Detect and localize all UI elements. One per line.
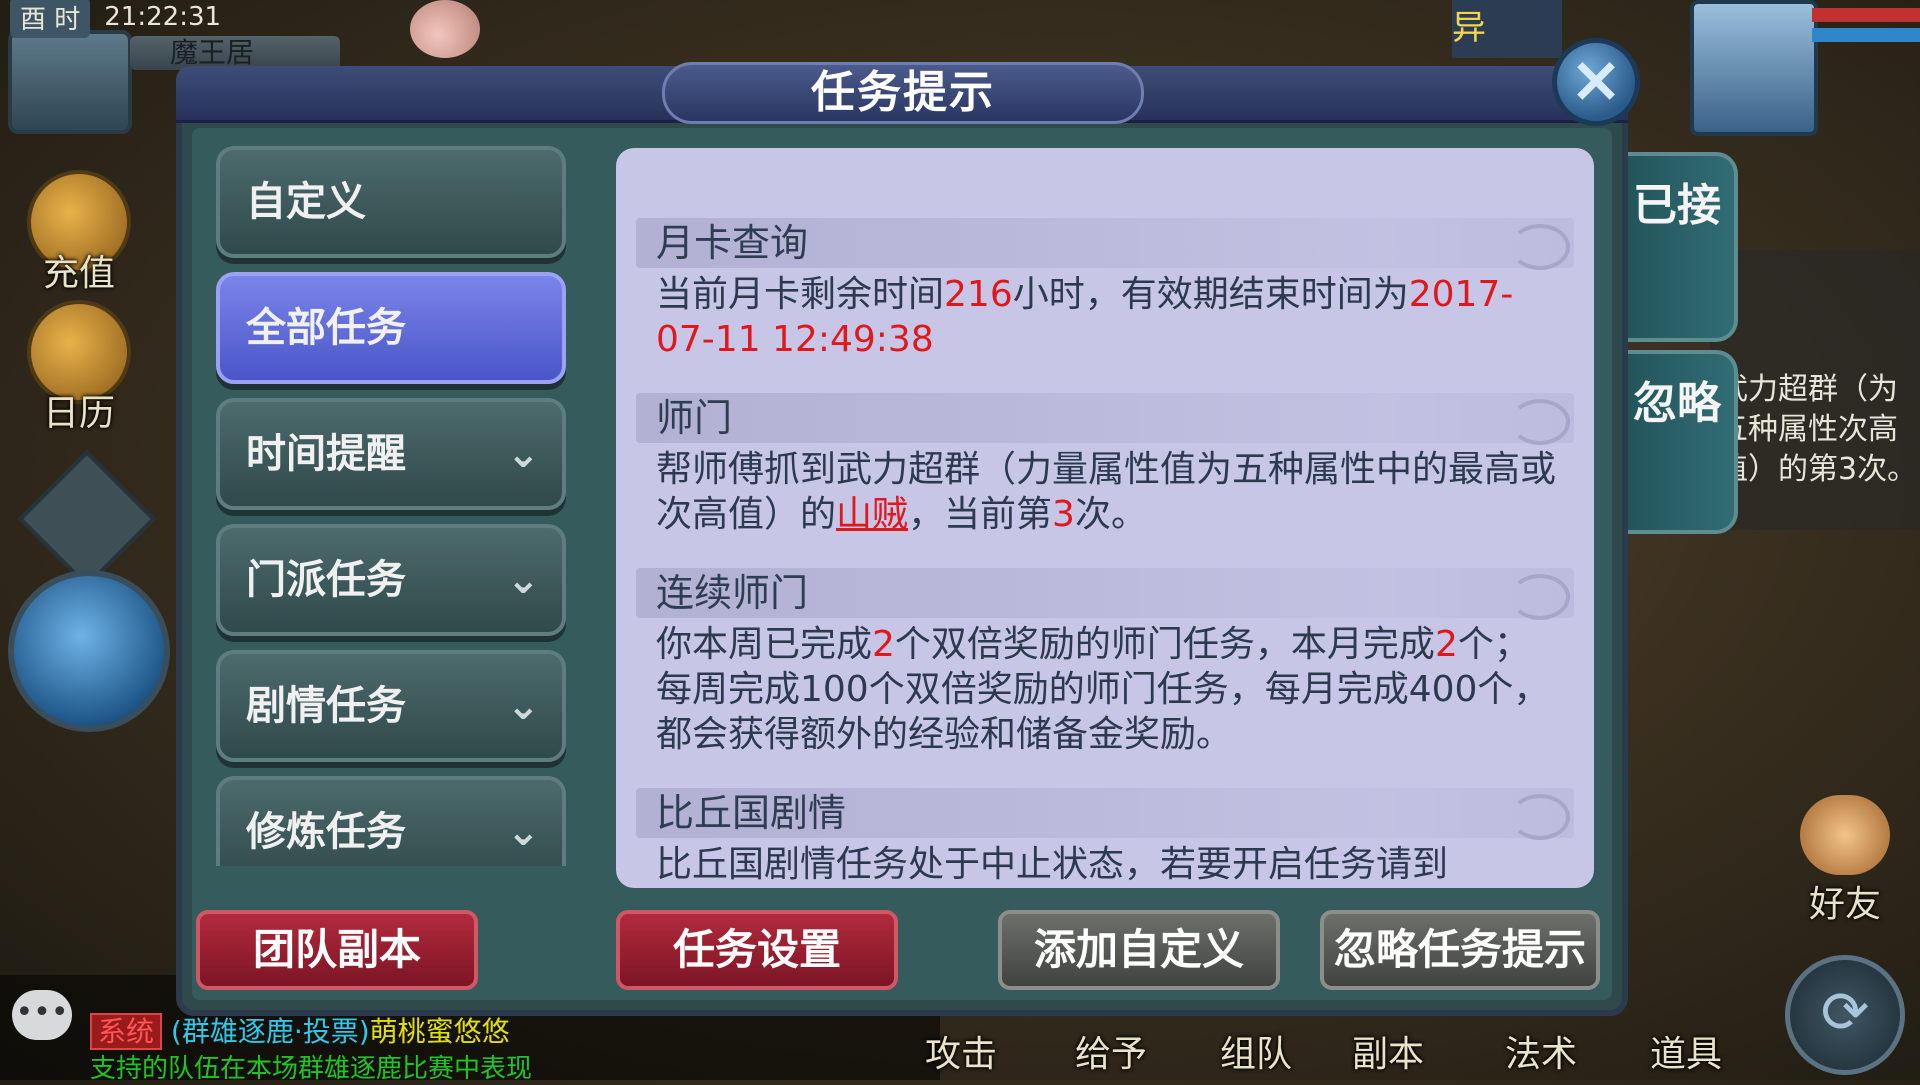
time-period: 酉 时: [10, 0, 91, 38]
ignore-task-hints-button[interactable]: 忽略任务提示: [1320, 910, 1600, 990]
calendar-button[interactable]: 日历: [24, 300, 134, 436]
refresh-icon[interactable]: ⟳: [1785, 955, 1905, 1075]
team-dungeon-button[interactable]: 团队副本: [196, 910, 478, 990]
chat-channel: (群雄逐鹿·投票): [170, 1015, 370, 1048]
section-continuous-shimen: 连续师门 你本周已完成2个双倍奖励的师门任务，本月完成2个；每周完成100个双倍…: [636, 568, 1574, 757]
recharge-button[interactable]: 充值: [24, 170, 134, 296]
task-category-nav: 自定义 全部任务 时间提醒 ⌄ 门派任务 ⌄ 剧情任务 ⌄ 修炼任务 ⌄: [216, 146, 566, 866]
chat-line-1: 系统 (群雄逐鹿·投票)萌桃蜜悠悠: [90, 1010, 510, 1050]
nav-item-label: 全部任务: [246, 305, 406, 351]
section-text: 你本周已完成2个双倍奖励的师门任务，本月完成2个；每周完成100个双倍奖励的师门…: [636, 618, 1574, 757]
nav-item-custom[interactable]: 自定义: [216, 146, 566, 258]
text-part: 个双倍奖励的师门任务，本月完成: [894, 624, 1435, 665]
nav-item-label: 自定义: [246, 179, 366, 225]
remaining-hours: 216: [944, 274, 1013, 315]
nav-item-label: 剧情任务: [246, 683, 406, 729]
cloud-swirl-icon: [1510, 399, 1570, 445]
section-biqiu: 比丘国剧情 比丘国剧情任务处于中止状态，若要开启任务请到: [636, 788, 1574, 887]
section-title: 比丘国剧情: [636, 788, 1574, 840]
chevron-down-icon: ⌄: [506, 683, 540, 729]
chat-line-2: 支持的队伍在本场群雄逐鹿比赛中表现: [90, 1054, 533, 1084]
target-link[interactable]: 山贼: [836, 494, 908, 535]
nav-item-sect-tasks[interactable]: 门派任务 ⌄: [216, 524, 566, 636]
text-part: 你本周已完成: [656, 624, 873, 665]
cloud-swirl-icon: [1510, 794, 1570, 840]
section-text: 帮师傅抓到武力超群（力量属性值为五种属性中的最高或次高值）的山贼，当前第3次。: [636, 443, 1574, 537]
dpad-up-icon[interactable]: [17, 449, 157, 589]
status-clock: 酉 时 21:22:31: [10, 0, 340, 38]
peach-icon[interactable]: [410, 0, 480, 58]
nav-item-all-tasks[interactable]: 全部任务: [216, 272, 566, 384]
section-title-text: 连续师门: [656, 571, 809, 615]
month-count: 2: [1434, 624, 1458, 665]
tab-ignored[interactable]: 忽略: [1620, 350, 1738, 534]
cloud-swirl-icon: [1510, 224, 1570, 270]
chevron-down-icon: ⌄: [506, 431, 540, 477]
menu-magic[interactable]: 法术: [1505, 1025, 1577, 1075]
nav-item-label: 门派任务: [246, 557, 406, 603]
chat-system-tag: 系统: [90, 1013, 163, 1050]
section-title-text: 师门: [656, 396, 733, 440]
mp-bar: [1812, 28, 1920, 42]
cloud-swirl-icon: [1510, 574, 1570, 620]
text-part: 次。: [1074, 494, 1147, 535]
text-part: 当前月卡剩余时间: [656, 274, 945, 315]
add-custom-button[interactable]: 添加自定义: [998, 910, 1280, 990]
chat-bubble-icon[interactable]: •••: [12, 990, 72, 1040]
section-monthly-card: 月卡查询 当前月卡剩余时间216小时，有效期结束时间为2017-07-11 12…: [636, 218, 1574, 362]
calendar-label: 日历: [42, 393, 115, 434]
chevron-down-icon: ⌄: [506, 809, 540, 855]
chevron-down-icon: ⌄: [506, 557, 540, 603]
top-right-label: 异: [1452, 0, 1562, 58]
task-tracker-text[interactable]: 武力超群（为五种属性次高值）的第3次。: [1718, 370, 1918, 490]
player-avatar[interactable]: [1690, 0, 1818, 136]
section-title: 月卡查询: [636, 218, 1574, 270]
close-icon[interactable]: ×: [1552, 38, 1640, 126]
tab-accepted[interactable]: 已接: [1620, 152, 1738, 342]
nav-item-time-reminder[interactable]: 时间提醒 ⌄: [216, 398, 566, 510]
task-content-panel[interactable]: 月卡查询 当前月卡剩余时间216小时，有效期结束时间为2017-07-11 12…: [616, 148, 1594, 888]
text-part: 比丘国剧情任务处于中止状态，若要开启任务请到: [656, 844, 1449, 885]
attempt-count: 3: [1052, 494, 1075, 535]
dialog-title: 任务提示: [662, 62, 1144, 124]
text-part: 小时，有效期结束时间为: [1012, 274, 1409, 315]
joystick[interactable]: [8, 570, 170, 732]
task-settings-button[interactable]: 任务设置: [616, 910, 898, 990]
menu-team[interactable]: 组队: [1220, 1025, 1292, 1075]
location-name: 魔王居: [130, 36, 340, 70]
menu-attack[interactable]: 攻击: [925, 1025, 997, 1075]
hp-bar: [1812, 8, 1920, 22]
section-title: 师门: [636, 393, 1574, 445]
week-count: 2: [872, 624, 895, 665]
nav-item-label: 修炼任务: [246, 809, 406, 855]
tab-ignored-label: 忽略: [1633, 378, 1721, 429]
nav-item-label: 时间提醒: [246, 431, 406, 477]
menu-dungeon[interactable]: 副本: [1352, 1025, 1424, 1075]
tab-accepted-label: 已接: [1633, 180, 1721, 231]
section-title-text: 月卡查询: [656, 221, 809, 265]
minimap[interactable]: [8, 30, 132, 134]
friend-label: 好友: [1808, 884, 1881, 925]
section-title: 连续师门: [636, 568, 1574, 620]
nav-item-story-tasks[interactable]: 剧情任务 ⌄: [216, 650, 566, 762]
section-text: 比丘国剧情任务处于中止状态，若要开启任务请到: [636, 838, 1574, 887]
section-text: 当前月卡剩余时间216小时，有效期结束时间为2017-07-11 12:49:3…: [636, 268, 1574, 362]
menu-items[interactable]: 道具: [1650, 1025, 1722, 1075]
recharge-label: 充值: [42, 253, 115, 294]
menu-give[interactable]: 给予: [1075, 1025, 1147, 1075]
clock-time: 21:22:31: [104, 2, 222, 32]
text-part: ，当前第: [908, 494, 1053, 535]
section-shimen: 师门 帮师傅抓到武力超群（力量属性值为五种属性中的最高或次高值）的山贼，当前第3…: [636, 393, 1574, 537]
section-title-text: 比丘国剧情: [656, 791, 847, 835]
handshake-icon: [1800, 795, 1890, 875]
friend-button[interactable]: 好友: [1790, 795, 1900, 927]
chat-user[interactable]: 萌桃蜜悠悠: [370, 1015, 510, 1048]
nav-item-training-tasks[interactable]: 修炼任务 ⌄: [216, 776, 566, 866]
top-right-label-text: 异: [1452, 8, 1486, 48]
